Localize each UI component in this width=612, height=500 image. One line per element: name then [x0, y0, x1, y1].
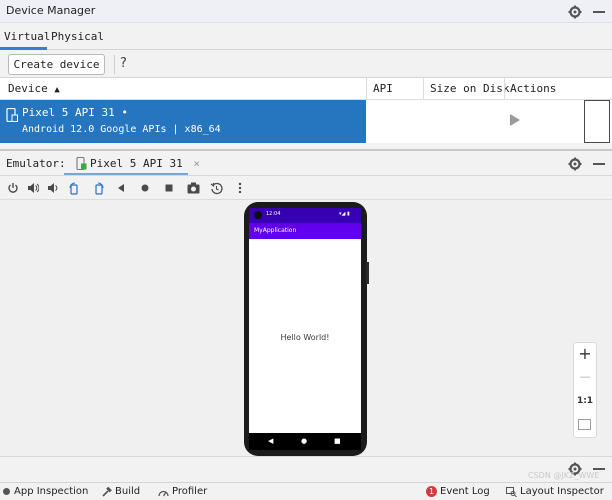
tab-virtual[interactable]: Virtual: [4, 30, 50, 43]
device-name: Pixel 5 API 31 •: [22, 106, 128, 119]
column-header-device[interactable]: Device ▲: [8, 82, 60, 95]
emulator-label: Emulator:: [6, 157, 66, 170]
create-device-button[interactable]: Create device: [8, 54, 105, 75]
close-tab-icon[interactable]: ×: [193, 157, 200, 170]
nav-overview-icon[interactable]: ■: [334, 437, 341, 445]
phone-device-icon: [6, 107, 18, 125]
column-header-actions[interactable]: Actions: [510, 82, 556, 95]
device-details: Android 12.0 Google APIs | x86_64: [22, 124, 221, 135]
nav-back-icon[interactable]: ◀: [268, 437, 273, 445]
nav-home-icon[interactable]: ●: [301, 437, 307, 445]
event-log-button[interactable]: 1 Event Log: [426, 486, 490, 497]
column-header-size[interactable]: Size on Disk: [430, 82, 509, 95]
emulator-settings-gear-icon[interactable]: [568, 157, 582, 171]
snapshot-history-icon[interactable]: [208, 180, 224, 196]
active-tab-indicator: [64, 173, 188, 175]
actual-size-button[interactable]: 1:1: [573, 396, 597, 406]
zoom-in-button[interactable]: +: [573, 344, 597, 363]
volume-down-icon[interactable]: [45, 180, 61, 196]
actions-menu-cell[interactable]: [584, 100, 610, 143]
minimize-emulator-icon[interactable]: [593, 163, 605, 165]
tab-physical[interactable]: Physical: [51, 30, 104, 43]
column-divider[interactable]: [423, 78, 424, 100]
screenshot-camera-icon[interactable]: [185, 180, 201, 196]
hello-text: Hello World!: [280, 333, 330, 342]
help-icon[interactable]: ?: [120, 56, 127, 71]
sort-ascending-icon: ▲: [54, 85, 60, 95]
zoom-out-button[interactable]: —: [573, 370, 597, 383]
profiler-button[interactable]: Profiler: [158, 486, 207, 497]
gauge-icon: [158, 490, 169, 496]
tab-emulator-device[interactable]: Pixel 5 API 31 ×: [90, 157, 200, 170]
app-title: MyApplication: [254, 227, 297, 234]
fit-screen-icon[interactable]: [578, 419, 591, 430]
phone-side-button: [366, 262, 369, 284]
profiler-label: Profiler: [172, 486, 208, 497]
home-icon[interactable]: [137, 180, 153, 196]
power-icon[interactable]: [5, 180, 21, 196]
volume-up-icon[interactable]: [25, 180, 41, 196]
column-header-api[interactable]: API: [373, 82, 393, 95]
layout-inspector-icon: [506, 486, 517, 497]
layout-inspector-label: Layout Inspector: [520, 486, 604, 497]
tool-window-bar: [0, 456, 612, 482]
build-label: Build: [115, 486, 141, 497]
minimize-bottom-icon[interactable]: [593, 468, 605, 470]
status-signal-battery-icon: ▾◢ ▮: [339, 211, 350, 217]
more-options-icon[interactable]: [232, 180, 248, 196]
launch-play-icon[interactable]: [510, 114, 520, 126]
app-inspection-label: App Inspection: [14, 486, 89, 497]
phone-screen[interactable]: [249, 208, 361, 450]
status-time: 12:04: [266, 211, 281, 217]
app-inspection-icon: [3, 488, 10, 495]
rotate-left-icon[interactable]: [66, 180, 82, 196]
overview-icon[interactable]: [161, 180, 177, 196]
event-log-badge-icon: 1: [426, 486, 437, 497]
emulator-tab-label: Pixel 5 API 31: [90, 157, 183, 170]
toolbar-divider: [114, 55, 115, 74]
event-log-label: Event Log: [440, 486, 490, 497]
layout-inspector-button[interactable]: Layout Inspector: [506, 486, 604, 497]
front-camera-icon: [254, 211, 262, 219]
app-inspection-button[interactable]: App Inspection: [2, 486, 88, 497]
build-button[interactable]: Build: [102, 486, 140, 497]
column-header-device-label: Device: [8, 82, 48, 95]
rotate-right-icon[interactable]: [90, 180, 106, 196]
back-icon[interactable]: [113, 180, 129, 196]
watermark-text: CSDN @JKZ_WWE: [528, 471, 600, 480]
device-manager-title: Device Manager: [6, 4, 96, 17]
column-divider[interactable]: [366, 78, 367, 100]
minimize-panel-icon[interactable]: [593, 11, 605, 13]
column-divider[interactable]: [504, 78, 505, 100]
emulator-device-icon: [76, 156, 87, 173]
hammer-icon: [102, 486, 112, 497]
settings-gear-icon[interactable]: [568, 5, 582, 19]
